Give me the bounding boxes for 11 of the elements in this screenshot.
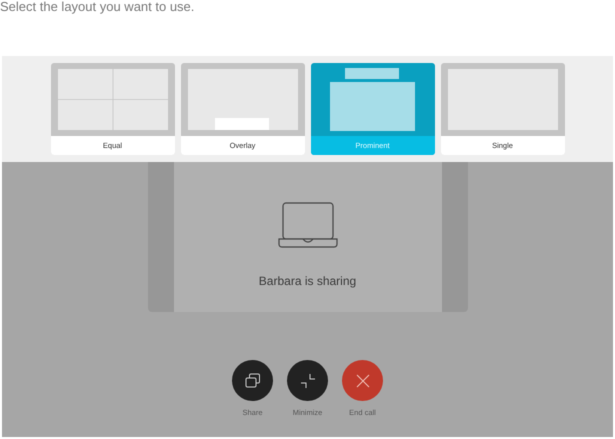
minimize-button[interactable] xyxy=(287,360,328,401)
share-icon xyxy=(244,372,260,388)
laptop-icon xyxy=(278,202,338,248)
overlay-window xyxy=(215,118,269,130)
minimize-icon xyxy=(300,372,316,388)
instruction-text: Select the layout you want to use. xyxy=(0,0,194,14)
sharing-message: Barbara is sharing xyxy=(258,274,356,288)
share-button[interactable] xyxy=(232,360,273,401)
thumbnail-window xyxy=(345,68,399,80)
close-icon xyxy=(354,372,370,388)
end-call-button[interactable] xyxy=(342,360,383,401)
